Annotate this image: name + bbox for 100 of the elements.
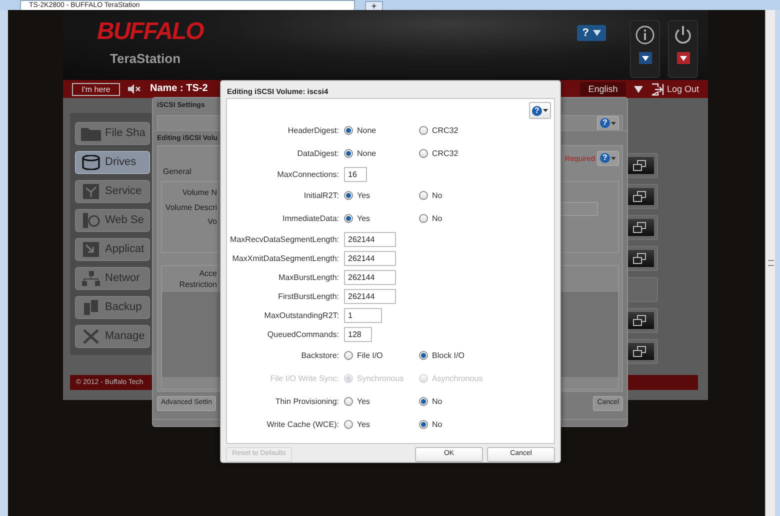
network-icon <box>81 271 101 286</box>
radio-button[interactable] <box>344 351 353 360</box>
help-button[interactable]: ? <box>597 116 619 130</box>
radio-button[interactable] <box>344 397 353 406</box>
window-icon <box>632 253 646 264</box>
field-label: Volume Descri <box>164 202 217 212</box>
radio-option[interactable]: None <box>344 148 419 158</box>
services-icon <box>81 184 101 199</box>
speaker-mute-icon[interactable] <box>128 84 141 94</box>
field-label: MaxBurstLength: <box>278 272 340 282</box>
radio-button[interactable] <box>419 149 428 158</box>
window-icon <box>632 315 646 326</box>
dropdown-button[interactable] <box>676 52 690 64</box>
window-icon <box>632 160 646 171</box>
power-tile[interactable] <box>668 20 698 78</box>
new-tab-button[interactable]: + <box>365 1 383 10</box>
im-here-button[interactable]: I'm here <box>72 82 120 96</box>
radio-button[interactable] <box>419 191 428 200</box>
radio-option[interactable]: No <box>419 420 494 430</box>
sidebar-item[interactable]: Drives <box>75 151 150 174</box>
logout-button[interactable]: Log Out <box>650 82 699 96</box>
input-field[interactable]: 262144 <box>344 270 396 285</box>
input-field[interactable]: 262144 <box>344 289 396 304</box>
caret-icon <box>593 30 601 36</box>
radio-button[interactable] <box>419 126 428 135</box>
field-label: File I/O Write Sync: <box>269 374 340 384</box>
help-button[interactable]: ? <box>577 25 606 41</box>
input-field[interactable]: 262144 <box>344 251 396 266</box>
window-icon <box>632 191 646 202</box>
field-label: MaxOutstandingR2T: <box>263 310 340 320</box>
caret-icon <box>611 156 616 160</box>
product-name: TeraStation <box>110 51 182 67</box>
caret-icon <box>680 56 686 60</box>
field-label: Volume N <box>181 188 217 198</box>
section-title: General <box>163 167 192 176</box>
device-name: Name : TS-2 <box>150 83 208 95</box>
field-label: ImmediateData: <box>282 214 340 224</box>
help-button[interactable]: ? <box>529 102 551 119</box>
radio-button[interactable] <box>419 420 428 429</box>
radio-button[interactable] <box>344 191 353 200</box>
radio-option[interactable]: CRC32 <box>419 126 494 136</box>
field-label: InitialR2T: <box>302 190 340 200</box>
field-label: FirstBurstLength: <box>277 292 340 302</box>
radio-button[interactable] <box>344 214 353 223</box>
logout-icon <box>650 82 664 96</box>
radio-option: Synchronous <box>344 374 419 384</box>
info-tile[interactable] <box>630 20 660 78</box>
caret-icon <box>543 109 548 112</box>
radio-button[interactable] <box>419 351 428 360</box>
window-icon <box>632 222 646 233</box>
radio-option[interactable]: Yes <box>344 420 419 430</box>
radio-option[interactable]: Yes <box>344 190 419 200</box>
radio-option[interactable]: Yes <box>344 214 419 224</box>
logo: BUFFALO <box>97 20 204 44</box>
tools-icon <box>81 329 101 344</box>
input-field[interactable]: 16 <box>344 167 367 182</box>
power-icon <box>673 25 693 45</box>
backup-icon <box>81 300 101 315</box>
radio-option[interactable]: No <box>419 190 494 200</box>
radio-button[interactable] <box>344 149 353 158</box>
input-field[interactable]: 1 <box>344 308 382 323</box>
field-label: Thin Provisioning: <box>274 396 340 406</box>
radio-button[interactable] <box>344 126 353 135</box>
application-icon <box>81 242 101 257</box>
field-label: Restriction <box>178 280 217 290</box>
field-label: Backstore: <box>300 350 340 360</box>
folder-icon <box>81 126 101 140</box>
field-label: HeaderDigest: <box>286 126 340 136</box>
info-icon <box>635 25 655 45</box>
radio-option[interactable]: Block I/O <box>419 350 494 360</box>
dropdown-button[interactable] <box>638 52 652 64</box>
input-field[interactable]: 262144 <box>344 232 396 247</box>
field-label: QueuedCommands: <box>266 330 340 340</box>
radio-option[interactable]: None <box>344 126 419 136</box>
radio-option: Asynchronous <box>419 374 494 384</box>
field-label: MaxConnections: <box>276 170 340 180</box>
field-label: Write Cache (WCE): <box>266 420 340 430</box>
radio-option[interactable]: No <box>419 396 494 406</box>
radio-button[interactable] <box>419 214 428 223</box>
radio-button[interactable] <box>344 420 353 429</box>
scrollbar[interactable] <box>765 10 775 516</box>
radio-option[interactable]: No <box>419 214 494 224</box>
field-label: Acce <box>198 269 217 279</box>
radio-button[interactable] <box>419 397 428 406</box>
caret-icon <box>611 122 616 124</box>
radio-option[interactable]: Yes <box>344 396 419 406</box>
drive-icon <box>81 155 101 170</box>
caret-icon <box>642 56 648 60</box>
field-label: Vo <box>206 217 217 227</box>
help-button[interactable]: ? <box>597 150 619 166</box>
radio-option[interactable]: File I/O <box>344 350 419 360</box>
web-icon <box>81 213 101 228</box>
language-dropdown[interactable]: English <box>580 82 626 96</box>
input-field[interactable]: 128 <box>344 327 372 342</box>
field-label: DataDigest: <box>296 148 340 158</box>
field-label: MaxRecvDataSegmentLength: <box>229 234 340 244</box>
field-label: MaxXmitDataSegmentLength: <box>231 254 340 264</box>
window-icon <box>632 346 646 357</box>
radio-option[interactable]: CRC32 <box>419 148 494 158</box>
caret-icon[interactable] <box>634 86 643 92</box>
